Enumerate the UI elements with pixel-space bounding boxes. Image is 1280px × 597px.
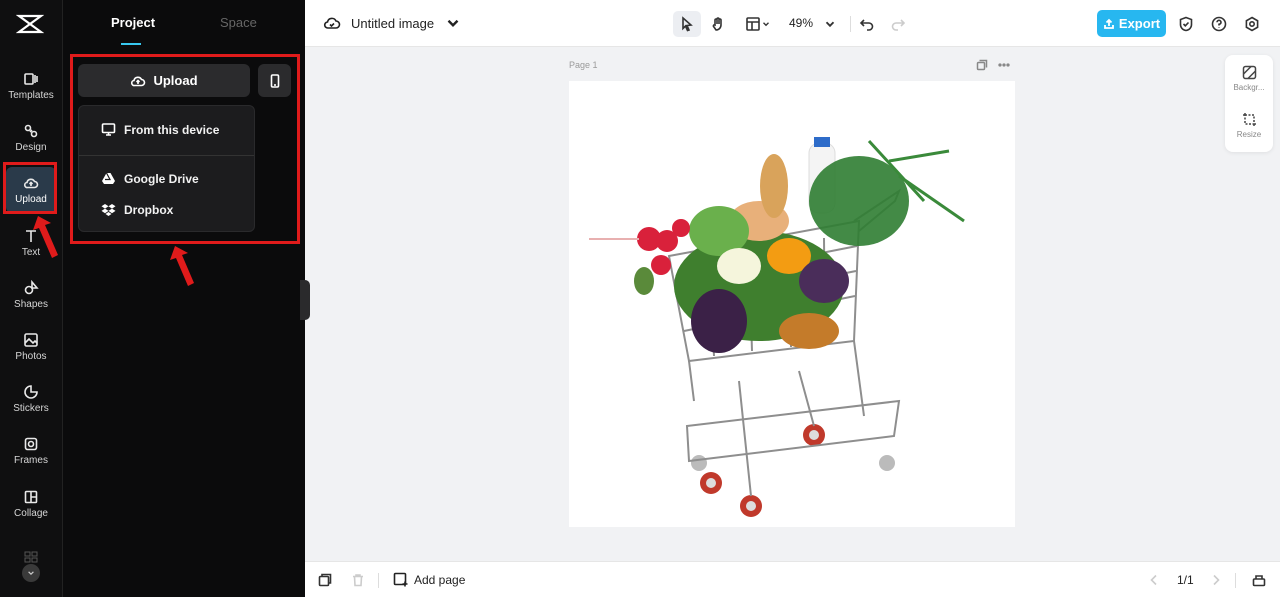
- hand-icon: [712, 17, 722, 31]
- export-icon: [1104, 18, 1114, 29]
- design-icon: [24, 124, 38, 138]
- rail-item-label: Photos: [15, 351, 47, 362]
- collage-icon: [24, 490, 38, 504]
- duplicate-page-icon[interactable]: [976, 59, 988, 71]
- rail-item-label: Templates: [8, 90, 54, 101]
- help-icon: [1211, 16, 1227, 32]
- highlight-box-upload-rail: [3, 162, 57, 214]
- document-title: Untitled image: [351, 15, 435, 31]
- layout-icon: [746, 17, 760, 31]
- toolbar-divider: [1235, 573, 1236, 588]
- next-page-button[interactable]: [1209, 573, 1223, 592]
- previous-page-button[interactable]: [1147, 573, 1161, 592]
- panel-collapse-handle[interactable]: [300, 280, 310, 320]
- rail-item-label: Collage: [14, 508, 48, 519]
- rail-item-collage[interactable]: Collage: [6, 481, 56, 527]
- select-tool-button[interactable]: [673, 11, 701, 37]
- rail-item-label: Design: [15, 142, 47, 153]
- frames-icon: [24, 437, 38, 451]
- export-button[interactable]: Export: [1097, 10, 1166, 37]
- zoom-level[interactable]: 49%: [789, 16, 813, 30]
- layers-icon: [318, 573, 332, 587]
- background-button[interactable]: Backgr...: [1225, 65, 1273, 92]
- chevron-down-icon: [447, 19, 459, 27]
- rail-item-label: Shapes: [14, 299, 48, 310]
- page-label: Page 1: [569, 60, 598, 70]
- groceries: [589, 137, 965, 353]
- add-page-label: Add page: [414, 572, 466, 587]
- rail-item-templates[interactable]: Templates: [6, 63, 56, 109]
- bottom-toolbar: Add page 1/1: [305, 561, 1280, 597]
- rail-item-shapes[interactable]: Shapes: [6, 272, 56, 318]
- capcut-logo: [16, 14, 44, 34]
- page-manager-button[interactable]: [1252, 573, 1266, 592]
- undo-icon: [859, 19, 874, 31]
- chevron-down-icon: [763, 22, 769, 27]
- background-icon: [1242, 65, 1256, 80]
- hand-tool-button[interactable]: [706, 11, 730, 37]
- page-manager-icon: [1252, 575, 1266, 587]
- rail-item-frames[interactable]: Frames: [6, 428, 56, 474]
- redo-button[interactable]: [889, 11, 907, 37]
- chevron-down-icon: [28, 571, 34, 576]
- toolbar-divider: [850, 16, 851, 32]
- trash-icon: [353, 574, 363, 587]
- shapes-icon: [24, 280, 39, 295]
- active-tab-indicator: [121, 43, 141, 45]
- page-actions: [976, 59, 1010, 71]
- cursor-icon: [682, 16, 693, 32]
- chevron-right-icon: [1213, 574, 1220, 586]
- app-window: Templates Design Upload Text Shapes Phot…: [0, 0, 1280, 597]
- help-button[interactable]: [1210, 11, 1228, 37]
- rail-item-label: Frames: [14, 455, 48, 466]
- expand-more-button[interactable]: [22, 564, 40, 582]
- rail-item-stickers[interactable]: Stickers: [6, 376, 56, 422]
- export-button-label: Export: [1118, 16, 1161, 31]
- shopping-cart-groceries-image[interactable]: [569, 81, 1015, 527]
- shield-button[interactable]: [1177, 11, 1195, 37]
- undo-button[interactable]: [858, 11, 876, 37]
- upload-panel: Project Space Upload From this device Go…: [63, 0, 305, 597]
- layout-menu-button[interactable]: [741, 11, 775, 37]
- background-label: Backgr...: [1233, 83, 1265, 92]
- zoom-menu-button[interactable]: [823, 11, 837, 37]
- photos-icon: [24, 333, 38, 347]
- tab-space[interactable]: Space: [220, 15, 257, 30]
- cloud-sync-icon: [323, 17, 341, 29]
- shield-check-icon: [1179, 16, 1193, 32]
- design-canvas[interactable]: [569, 81, 1015, 527]
- resize-label: Resize: [1236, 130, 1262, 139]
- red-arrow-annotation: [170, 246, 194, 286]
- layers-button[interactable]: [318, 573, 332, 592]
- resize-icon: [1242, 113, 1256, 126]
- resize-button[interactable]: Resize: [1225, 112, 1273, 139]
- top-toolbar: Untitled image 49% Export: [305, 0, 1280, 47]
- gear-icon: [1245, 16, 1259, 32]
- templates-icon: [24, 73, 38, 85]
- add-page-icon: [393, 572, 408, 587]
- toolbar-divider: [378, 573, 379, 588]
- tab-project[interactable]: Project: [111, 15, 155, 30]
- redo-icon: [891, 19, 906, 31]
- settings-button[interactable]: [1243, 11, 1261, 37]
- page-indicator: 1/1: [1177, 573, 1194, 587]
- rail-item-design[interactable]: Design: [6, 115, 56, 161]
- apps-grid-icon[interactable]: [24, 551, 38, 563]
- more-options-icon[interactable]: [998, 59, 1010, 71]
- stickers-icon: [24, 385, 38, 399]
- highlight-box-upload-panel: [70, 54, 300, 244]
- add-page-button[interactable]: Add page: [393, 572, 465, 587]
- delete-page-button[interactable]: [351, 573, 365, 592]
- right-properties-panel: Backgr... Resize: [1225, 55, 1273, 152]
- cart-wheels: [691, 424, 895, 517]
- chevron-down-icon: [825, 21, 835, 28]
- rail-item-photos[interactable]: Photos: [6, 324, 56, 370]
- red-arrow-annotation: [33, 216, 58, 258]
- rail-item-label: Stickers: [13, 403, 49, 414]
- document-title-menu[interactable]: Untitled image: [323, 14, 462, 32]
- left-rail: Templates Design Upload Text Shapes Phot…: [0, 0, 63, 597]
- chevron-left-icon: [1150, 574, 1157, 586]
